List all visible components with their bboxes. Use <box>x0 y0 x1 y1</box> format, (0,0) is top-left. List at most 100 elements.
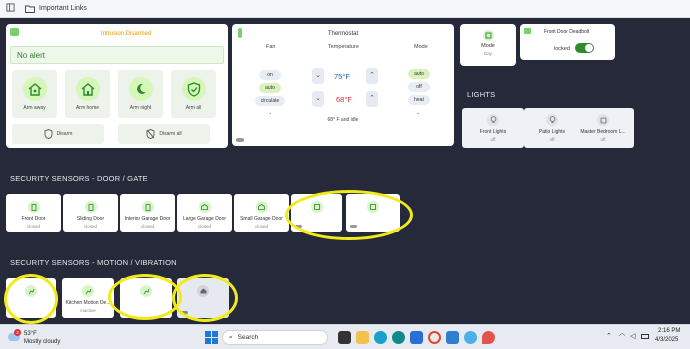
chrome-icon[interactable] <box>428 331 441 344</box>
fan-option-on-label: on <box>267 72 273 78</box>
fan-option-circulate-label: circulate <box>260 98 280 104</box>
sensor-front-door-name: Front Door <box>21 216 46 222</box>
spark-app-icon[interactable] <box>464 331 477 344</box>
sensor-small-garage[interactable]: Small Garage Door closed <box>234 194 289 232</box>
clock-time[interactable]: 2:16 PM <box>658 328 680 334</box>
sensor-large-garage-name: Large Garage Door <box>182 216 227 222</box>
tray-chevron-icon[interactable]: ⌃ <box>606 332 612 340</box>
door-section-heading: SECURITY SENSORS - DOOR / GATE <box>10 174 148 183</box>
mode-option-off-label: off <box>416 84 422 90</box>
mode-option-auto-label: auto <box>414 71 424 77</box>
sensor-interior-garage[interactable]: Interior Garage Door closed <box>120 194 175 232</box>
sensor-sliding-door[interactable]: Sliding Door closed <box>63 194 118 232</box>
fan-chevron-icon[interactable]: ⌄ <box>268 110 272 116</box>
door-icon <box>84 201 97 213</box>
garage-icon <box>255 201 268 213</box>
light-front[interactable]: Front Lights off <box>462 108 524 148</box>
mode-option-heat[interactable]: heat <box>408 95 430 105</box>
toggle-knob <box>585 44 593 52</box>
moon-icon <box>136 83 146 94</box>
arm-home-button[interactable]: Arm home <box>65 70 110 118</box>
sensor-small-garage-name: Small Garage Door <box>240 216 283 222</box>
edge-beta-icon[interactable] <box>392 331 405 344</box>
highlight-ring-motion-3 <box>108 274 182 320</box>
thermostat-badge-icon <box>236 138 244 142</box>
folder-icon <box>25 5 35 13</box>
sensor-kitchen-motion[interactable]: Kitchen Motion De... inactive <box>62 278 114 318</box>
sensor-front-door[interactable]: Front Door closed <box>6 194 61 232</box>
home-icon <box>81 83 94 96</box>
heat-up-button[interactable]: ⌃ <box>366 91 378 107</box>
mode-option-off[interactable]: off <box>408 82 430 92</box>
bulb-icon <box>546 114 558 126</box>
bookmark-folder-important-links[interactable]: Important Links <box>25 5 87 13</box>
taskbar: 3 53°F Mostly cloudy ⌕ Search ⌃ ◠ ◁ 2:16… <box>0 324 690 349</box>
app-icon-blue[interactable] <box>446 331 459 344</box>
bookmarks-bar: Important Links <box>0 0 690 18</box>
volume-icon[interactable]: ◁ <box>630 332 635 340</box>
fan-option-circulate[interactable]: circulate <box>255 96 285 106</box>
edge-browser-icon[interactable] <box>374 331 387 344</box>
bookmarks-toggle-icon[interactable] <box>6 3 15 14</box>
cool-setpoint: 75°F <box>334 72 350 81</box>
arm-all-label: Arm all <box>185 105 202 111</box>
deadbolt-name: Front Door Deadbolt <box>544 29 590 35</box>
heat-down-button[interactable]: ⌄ <box>312 91 324 107</box>
arm-night-label: Arm night <box>129 105 152 111</box>
file-explorer-icon[interactable] <box>356 331 369 344</box>
cool-up-button[interactable]: ⌃ <box>366 68 378 84</box>
mode-label: Mode <box>414 44 428 50</box>
search-icon: ⌕ <box>229 333 233 341</box>
wifi-icon[interactable]: ◠ <box>619 332 625 340</box>
task-view-icon[interactable] <box>338 331 351 344</box>
shield-outline-icon <box>44 129 53 139</box>
weather-widget[interactable]: 3 53°F Mostly cloudy <box>6 329 66 347</box>
thermostat-status: 68° F and idle <box>327 117 359 123</box>
store-icon[interactable] <box>410 331 423 344</box>
battery-icon[interactable] <box>641 334 649 339</box>
clock-date[interactable]: 4/3/2025 <box>655 337 678 343</box>
sensor-kitchen-motion-state: inactive <box>80 308 96 313</box>
arm-away-label: Arm away <box>23 105 46 111</box>
arm-away-button[interactable]: Arm away <box>12 70 57 118</box>
fan-option-auto[interactable]: auto <box>259 83 281 93</box>
light-front-name: Front Lights <box>479 129 507 135</box>
alarm-panel-card: Intrusion Disarmed No alert Arm away Arm… <box>6 24 228 148</box>
cool-down-button[interactable]: ⌄ <box>312 68 324 84</box>
windows-start-icon[interactable] <box>205 331 218 344</box>
arm-night-button[interactable]: Arm night <box>118 70 163 118</box>
drop-app-icon[interactable] <box>482 331 495 344</box>
sensor-sliding-door-name: Sliding Door <box>76 216 105 222</box>
mode-option-heat-label: heat <box>414 97 424 103</box>
arm-all-button[interactable]: Arm all <box>171 70 216 118</box>
arm-home-label: Arm home <box>75 105 100 111</box>
light-master-bedroom[interactable]: Master Bedroom L... off <box>572 108 634 148</box>
sensor-interior-garage-state: closed <box>140 224 154 229</box>
thermostat-title: Thermostat <box>327 31 359 37</box>
mode-chevron-icon[interactable]: ⌄ <box>416 110 420 116</box>
motion-section-heading: SECURITY SENSORS - MOTION / VIBRATION <box>10 258 177 267</box>
deadbolt-toggle[interactable] <box>575 43 594 53</box>
alarm-status: Intrusion Disarmed <box>101 31 152 37</box>
sensor-front-door-state: closed <box>26 224 40 229</box>
door-icon <box>141 201 154 213</box>
shield-panel-icon <box>10 28 19 36</box>
mode-tile[interactable]: Mode Day <box>460 24 516 66</box>
disarm-all-button[interactable]: Disarm all <box>118 124 210 144</box>
weather-temp: 53°F <box>24 331 37 337</box>
fan-option-on[interactable]: on <box>259 70 281 80</box>
sensor-large-garage[interactable]: Large Garage Door closed <box>177 194 232 232</box>
deadbolt-card: Front Door Deadbolt locked <box>520 24 615 60</box>
taskbar-search[interactable]: ⌕ Search <box>222 330 328 345</box>
garage-icon <box>198 201 211 213</box>
heat-setpoint: 68°F <box>336 95 352 104</box>
light-front-state: off <box>490 137 496 142</box>
alert-box: No alert <box>10 46 224 64</box>
disarm-button[interactable]: Disarm <box>12 124 104 144</box>
bulb-icon <box>487 114 499 126</box>
light-master-state: off <box>600 137 606 142</box>
mode-option-auto[interactable]: auto <box>408 69 430 79</box>
fan-option-auto-label: auto <box>265 85 275 91</box>
mode-tile-label: Mode <box>481 43 495 49</box>
sensor-small-garage-state: closed <box>254 224 268 229</box>
